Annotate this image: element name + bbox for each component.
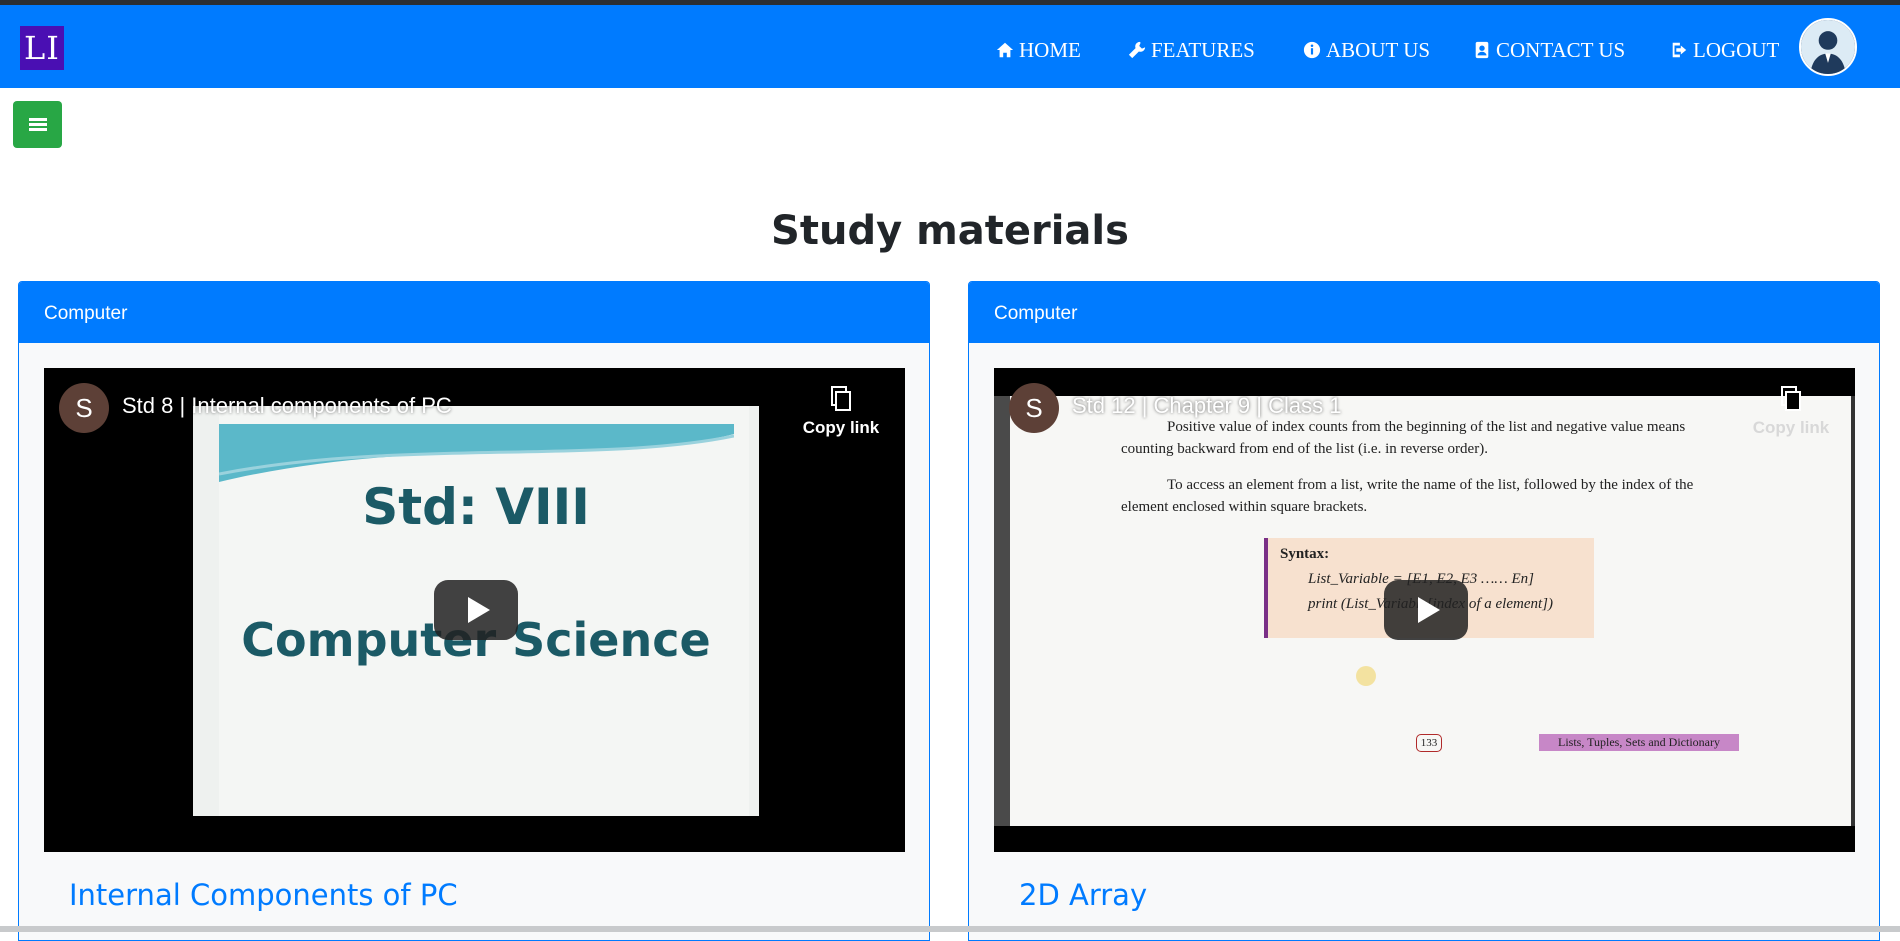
nav-features-label: FEATURES: [1151, 37, 1255, 62]
video-player[interactable]: Positive value of index counts from the …: [994, 368, 1855, 852]
nav-features[interactable]: FEATURES: [1128, 33, 1255, 67]
bottom-border: [0, 926, 1900, 932]
video-title[interactable]: Std 8 | Internal components of PC: [122, 393, 452, 419]
navbar: LI HOME FEATURES ABOUT US CONTACT US LOG…: [0, 5, 1900, 88]
nav-contact-label: CONTACT US: [1496, 37, 1626, 62]
material-card-2: Computer Positive value of index counts …: [968, 281, 1880, 941]
contact-book-icon: [1475, 41, 1489, 59]
card-header: Computer: [969, 282, 1879, 343]
nav-about-label: ABOUT US: [1326, 37, 1431, 62]
material-link[interactable]: 2D Array: [1019, 878, 1147, 912]
copy-icon: [831, 386, 851, 411]
site-logo[interactable]: LI: [20, 26, 64, 70]
copy-link-button[interactable]: Copy link: [1751, 386, 1831, 438]
logout-icon: [1672, 42, 1687, 58]
sidebar-toggle-button[interactable]: [13, 101, 62, 148]
slide-wave-decoration: [219, 424, 734, 482]
channel-avatar[interactable]: S: [59, 383, 109, 433]
nav-home[interactable]: HOME: [996, 33, 1081, 67]
copy-icon: [1781, 386, 1801, 411]
wrench-icon: [1128, 41, 1146, 59]
play-button[interactable]: [1384, 580, 1468, 640]
play-icon: [1418, 597, 1440, 623]
page-title: Study materials: [771, 208, 1129, 254]
nav-about[interactable]: ABOUT US: [1303, 33, 1430, 67]
info-icon: [1303, 41, 1321, 59]
channel-avatar[interactable]: S: [1009, 383, 1059, 433]
copy-link-button[interactable]: Copy link: [801, 386, 881, 438]
copy-link-label: Copy link: [1752, 418, 1830, 437]
chapter-band: Lists, Tuples, Sets and Dictionary: [1539, 734, 1739, 751]
video-title[interactable]: Std 12 | Chapter 9 | Class 1: [1072, 393, 1341, 419]
cursor-highlight: [1356, 666, 1376, 686]
home-icon: [996, 42, 1014, 58]
material-link[interactable]: Internal Components of PC: [69, 878, 458, 912]
nav-home-label: HOME: [1019, 37, 1081, 62]
card-header: Computer: [19, 282, 929, 343]
copy-link-label: Copy link: [802, 418, 880, 437]
thumbnail-paragraph-2: To access an element from a list, write …: [1121, 477, 1694, 515]
nav-logout[interactable]: LOGOUT: [1670, 33, 1779, 67]
play-icon: [468, 597, 490, 623]
user-avatar[interactable]: [1799, 18, 1857, 76]
nav-logout-label: LOGOUT: [1693, 37, 1780, 62]
play-button[interactable]: [434, 580, 518, 640]
video-player[interactable]: Std: VIII Computer Science S Std 8 | Int…: [44, 368, 905, 852]
book-page-number: 133: [1416, 734, 1442, 752]
thumbnail-line-1: Std: VIII: [362, 478, 590, 536]
syntax-heading: Syntax:: [1280, 546, 1330, 562]
material-card-1: Computer Std: VIII Computer Science S St…: [18, 281, 930, 941]
nav-contact[interactable]: CONTACT US: [1473, 33, 1625, 67]
hamburger-icon: [28, 116, 47, 133]
user-avatar-icon: [1801, 20, 1855, 74]
thumbnail-paragraph-1: Positive value of index counts from the …: [1121, 419, 1686, 457]
